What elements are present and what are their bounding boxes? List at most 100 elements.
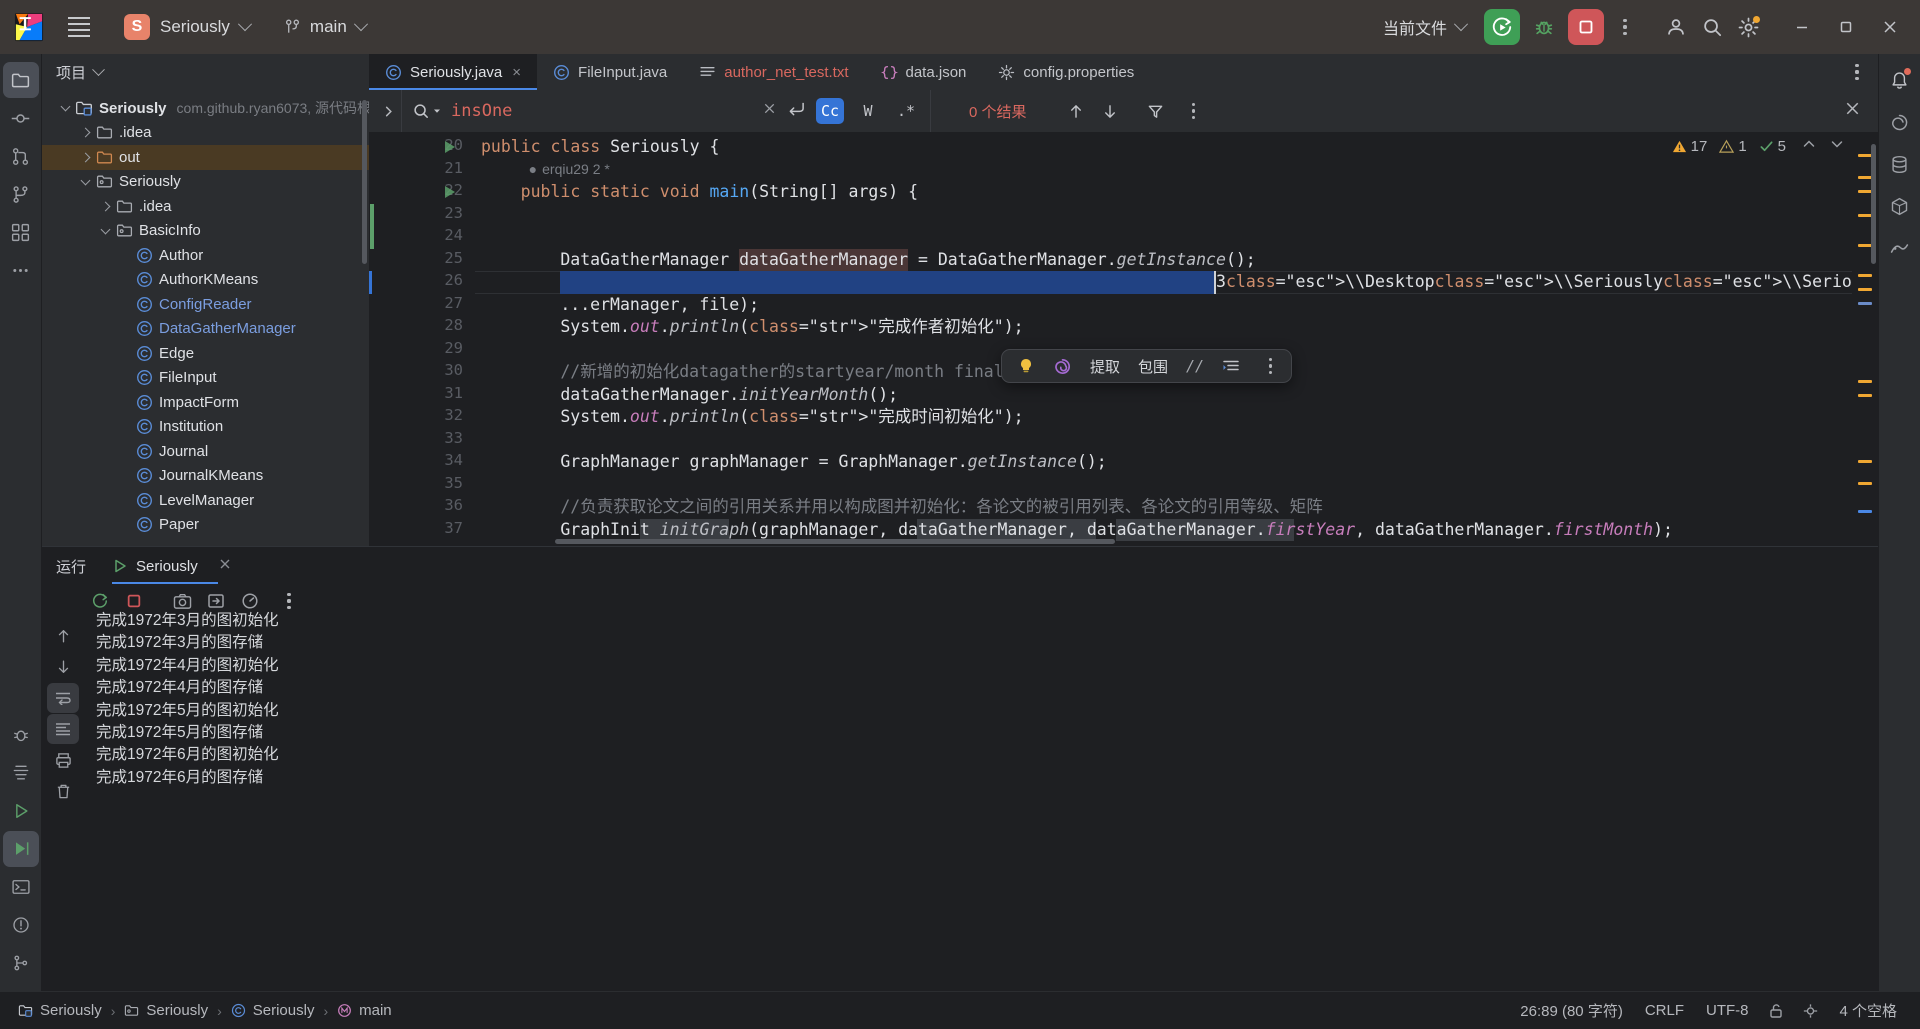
code-line[interactable]: public class Seriously {	[481, 136, 719, 159]
sidebar-item-problems[interactable]	[3, 907, 39, 943]
tree-item-journalkmeans[interactable]: JournalKMeans	[42, 464, 369, 489]
chevron-down-icon[interactable]	[56, 101, 74, 113]
inspection-prev-button[interactable]	[1802, 137, 1816, 155]
tree-item-configreader[interactable]: ConfigReader	[42, 292, 369, 317]
tree-item-idea[interactable]: .idea	[42, 121, 369, 146]
breadcrumb-item-seriously[interactable]: Seriously	[12, 999, 108, 1022]
sidebar-item-project[interactable]	[2, 62, 39, 98]
tree-item-paper[interactable]: Paper	[42, 513, 369, 538]
read-only-toggle[interactable]	[1759, 999, 1793, 1023]
sidebar-item-terminal[interactable]	[3, 869, 39, 905]
file-encoding[interactable]: UTF-8	[1695, 999, 1760, 1022]
ai-spiral-icon[interactable]	[1044, 351, 1081, 381]
code-line[interactable]: public static void main(String[] args) {	[521, 181, 918, 204]
find-filter-button[interactable]	[1141, 96, 1171, 126]
editor-tab-fileinput-java[interactable]: FileInput.java	[537, 54, 683, 90]
code-line[interactable]: System.out.println(class="str">"完成作者初始化"…	[560, 316, 1023, 339]
run-button[interactable]	[1484, 9, 1520, 45]
code-line[interactable]: GraphInit initGraph(graphManager, dataGa…	[560, 519, 1673, 542]
find-clear-button[interactable]	[762, 101, 777, 121]
analysis-marker-strip[interactable]	[1852, 132, 1878, 546]
sidebar-item-commit[interactable]	[3, 100, 39, 136]
editor-horizontal-scrollbar[interactable]	[555, 539, 1115, 544]
search-input[interactable]: insOne	[451, 101, 752, 121]
editor-tab-seriously-java[interactable]: Seriously.java ×	[369, 54, 538, 90]
sidebar-item-ai-assistant[interactable]	[1882, 104, 1918, 140]
main-menu-button[interactable]	[62, 10, 96, 44]
git-branch-selector[interactable]: main	[274, 13, 376, 41]
find-next-button[interactable]	[1095, 96, 1125, 126]
gutter-run-icon[interactable]	[445, 141, 455, 153]
project-pane-header[interactable]: 项目	[42, 54, 369, 90]
inspection-status-widget[interactable]: 17 1 5	[1672, 137, 1844, 155]
sidebar-item-bug[interactable]	[3, 717, 39, 753]
console-tab-seriously[interactable]: Seriously	[112, 548, 236, 584]
tree-item-edge[interactable]: Edge	[42, 341, 369, 366]
settings-button[interactable]	[1730, 9, 1766, 45]
scroll-to-end-button[interactable]	[47, 714, 79, 744]
lightbulb-icon[interactable]	[1008, 351, 1044, 381]
sidebar-item-more[interactable]	[3, 252, 39, 288]
stop-button[interactable]	[1568, 9, 1604, 45]
whole-words-toggle[interactable]: W	[854, 98, 882, 124]
editor-tab-config-properties[interactable]: config.properties	[982, 54, 1150, 90]
tree-item-journal[interactable]: Journal	[42, 439, 369, 464]
popup-more-button[interactable]	[1249, 351, 1285, 381]
tree-item-levelmanager[interactable]: LevelManager	[42, 488, 369, 513]
sidebar-item-todo[interactable]	[3, 755, 39, 791]
scroll-down-button[interactable]	[47, 652, 79, 682]
breadcrumb-item-seriously[interactable]: Seriously	[118, 999, 214, 1022]
sidebar-item-git[interactable]	[3, 945, 39, 981]
project-tree[interactable]: Seriously com.github.ryan6073, 源代码根 .idea o…	[42, 90, 369, 546]
gutter-run-icon[interactable]	[445, 186, 455, 198]
code-line[interactable]: System.out.println(class="str">"完成时间初始化"…	[560, 406, 1023, 429]
account-button[interactable]	[1658, 9, 1694, 45]
tree-item-institution[interactable]: Institution	[42, 415, 369, 440]
tree-item-basicinfo[interactable]: BasicInfo	[42, 219, 369, 244]
editor-gutter[interactable]: 20 21 22 23 24 25 26 27 28 29 30 31 32 33 34 35 36 37	[369, 132, 475, 546]
chevron-right-icon[interactable]	[76, 127, 94, 138]
inspection-next-button[interactable]	[1830, 137, 1844, 155]
tree-item-seriously[interactable]: Seriously	[42, 170, 369, 195]
breadcrumb-item-seriously[interactable]: Seriously	[225, 999, 321, 1022]
editor-vertical-scrollbar[interactable]	[1871, 144, 1876, 264]
editor-tab-author_net_test-txt[interactable]: author_net_test.txt	[683, 54, 864, 90]
editor-code-content[interactable]: public class Seriously { public static vo…	[475, 132, 1878, 546]
surround-with-button[interactable]: 包围	[1129, 351, 1177, 381]
project-selector[interactable]: S Seriously	[114, 10, 260, 44]
reformat-icon[interactable]	[1213, 351, 1249, 381]
sidebar-item-version-control[interactable]	[3, 176, 39, 212]
editor-tab-data-json[interactable]: data.json	[865, 54, 983, 90]
code-line[interactable]: ...erManager, file);	[560, 294, 759, 317]
intention-actions-popup[interactable]: 提取 包围 //	[1001, 349, 1293, 383]
sidebar-item-database[interactable]	[1882, 146, 1918, 182]
vcs-modified-marker[interactable]	[370, 203, 374, 249]
chevron-down-icon[interactable]	[76, 175, 94, 187]
tree-item-datagathermanager[interactable]: DataGatherManager	[42, 317, 369, 342]
comment-button[interactable]: //	[1177, 351, 1213, 381]
code-line[interactable]: //负责获取论文之间的引用关系并用以构成图并初始化：各论文的被引用列表、各论文的…	[560, 496, 1322, 519]
console-tab-close-button[interactable]	[218, 557, 232, 575]
sidebar-item-run[interactable]	[3, 793, 39, 829]
print-button[interactable]	[47, 745, 79, 775]
tree-item-idea[interactable]: .idea	[42, 194, 369, 219]
scroll-up-button[interactable]	[47, 621, 79, 651]
indent-setting[interactable]: 4 个空格	[1828, 997, 1908, 1024]
find-previous-button[interactable]	[1061, 96, 1091, 126]
clear-all-button[interactable]	[47, 776, 79, 806]
tree-item-fileinput[interactable]: FileInput	[42, 366, 369, 391]
match-case-toggle[interactable]: Cc	[816, 98, 844, 124]
code-line[interactable]: dataGatherManager.initYearMonth();	[560, 384, 898, 407]
sidebar-item-notifications[interactable]	[1882, 62, 1918, 98]
sidebar-item-pull-requests[interactable]	[3, 138, 39, 174]
editor-tabs-more-button[interactable]	[1830, 54, 1878, 90]
find-history-button[interactable]	[787, 100, 806, 122]
inspections-passed[interactable]: 5	[1759, 138, 1786, 155]
soft-wrap-button[interactable]	[47, 683, 79, 713]
maximize-window-button[interactable]	[1824, 7, 1868, 47]
debug-button[interactable]	[1526, 9, 1562, 45]
tree-item-out[interactable]: out	[42, 145, 369, 170]
regex-toggle[interactable]: .*	[892, 98, 920, 124]
editor-tab-close-button[interactable]: ×	[512, 64, 521, 81]
tree-item-authorkmeans[interactable]: AuthorKMeans	[42, 268, 369, 293]
